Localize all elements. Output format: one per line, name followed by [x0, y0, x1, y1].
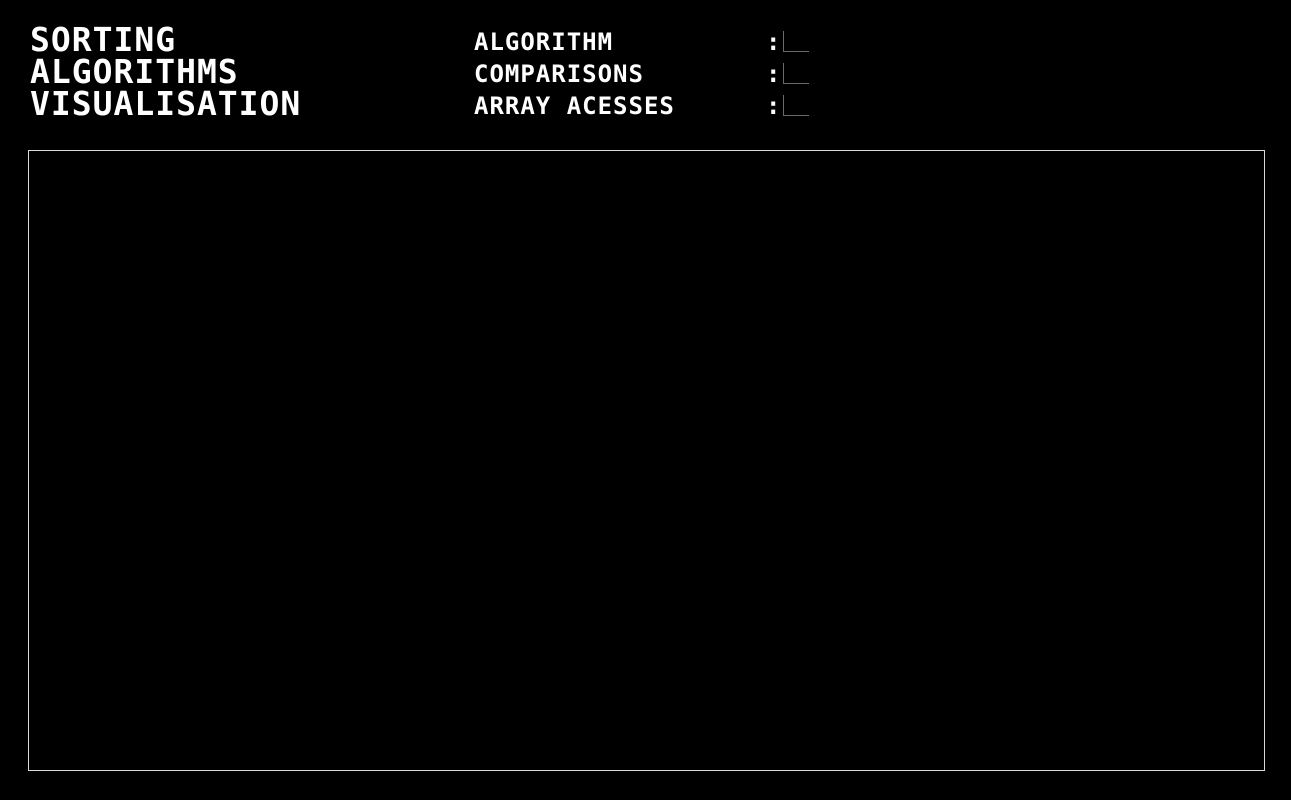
algorithm-label: ALGORITHM — [474, 28, 614, 56]
array-accesses-separator: : — [766, 92, 781, 120]
stats-panel: ALGORITHM : COMPARISONS : ARRAY ACESSES … — [474, 28, 834, 124]
comparisons-value — [783, 63, 809, 84]
visualisation-canvas[interactable] — [28, 150, 1265, 771]
array-accesses-value — [783, 95, 809, 116]
app-title-line-3: VISUALISATION — [30, 84, 302, 123]
stat-row-algorithm: ALGORITHM : — [474, 28, 834, 60]
comparisons-label: COMPARISONS — [474, 60, 644, 88]
algorithm-separator: : — [766, 28, 781, 56]
app-title: SORTING ALGORITHMS VISUALISATION — [30, 23, 302, 123]
array-accesses-label: ARRAY ACESSES — [474, 92, 675, 120]
comparisons-separator: : — [766, 60, 781, 88]
stat-row-comparisons: COMPARISONS : — [474, 60, 834, 92]
algorithm-value — [783, 31, 809, 52]
stat-row-array-accesses: ARRAY ACESSES : — [474, 92, 834, 124]
